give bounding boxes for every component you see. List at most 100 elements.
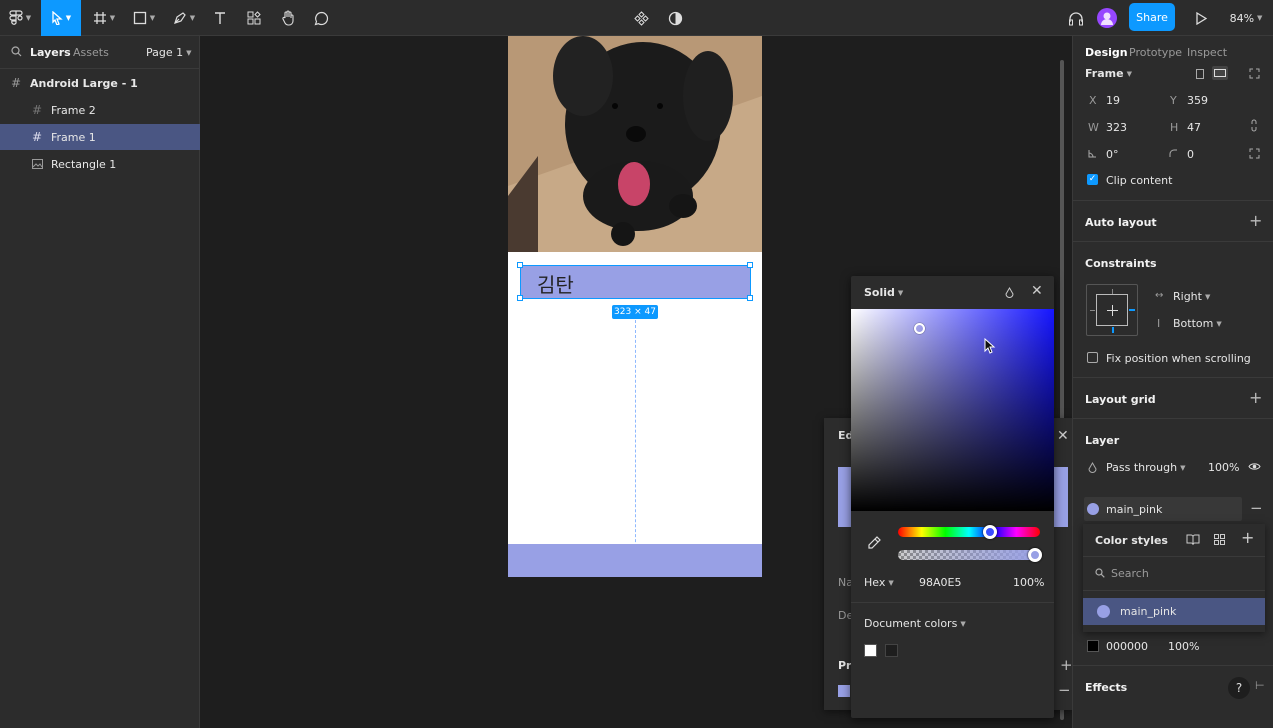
horizontal-constraint-dropdown[interactable]: Right ▼ bbox=[1173, 290, 1210, 303]
color-handle[interactable] bbox=[914, 323, 925, 334]
top-constraint-line[interactable] bbox=[1112, 289, 1113, 294]
pen-tool-button[interactable]: ▼ bbox=[168, 0, 200, 36]
independent-corners-icon[interactable] bbox=[1249, 148, 1260, 159]
layer-item-rectangle-1[interactable]: Rectangle 1 bbox=[0, 151, 200, 177]
present-button[interactable] bbox=[1190, 0, 1212, 36]
blend-mode-dropdown[interactable]: Pass through ▼ bbox=[1106, 461, 1185, 474]
move-tool-button[interactable]: ▼ bbox=[41, 0, 81, 36]
document-color-swatch-white[interactable] bbox=[864, 644, 877, 657]
mask-button[interactable] bbox=[664, 0, 686, 36]
resize-handle-tl[interactable] bbox=[517, 262, 523, 268]
tab-design[interactable]: Design bbox=[1085, 46, 1128, 59]
eyedropper-icon[interactable] bbox=[868, 536, 881, 549]
resize-handle-bl[interactable] bbox=[517, 295, 523, 301]
blend-drop-icon[interactable] bbox=[1005, 287, 1014, 299]
detach-style-icon[interactable]: − bbox=[1250, 499, 1263, 517]
create-style-icon[interactable]: + bbox=[1241, 528, 1254, 547]
component-button[interactable] bbox=[630, 0, 652, 36]
left-constraint-line[interactable] bbox=[1090, 310, 1095, 311]
stroke-opacity-input[interactable]: 100% bbox=[1168, 640, 1199, 653]
resources-button[interactable] bbox=[242, 0, 266, 36]
chevron-down-icon: ▼ bbox=[65, 14, 72, 22]
resize-to-fit-icon[interactable] bbox=[1249, 68, 1260, 79]
effects-add-icon[interactable]: ⊢ bbox=[1255, 679, 1265, 692]
color-styles-search-input[interactable]: Search bbox=[1111, 567, 1149, 580]
search-icon[interactable] bbox=[11, 46, 22, 57]
text-tool-button[interactable] bbox=[208, 0, 232, 36]
dog-photo-image[interactable] bbox=[508, 36, 762, 252]
shape-tool-button[interactable]: ▼ bbox=[128, 0, 160, 36]
comment-tool-button[interactable] bbox=[309, 0, 333, 36]
resize-handle-tr[interactable] bbox=[747, 262, 753, 268]
share-button[interactable]: Share bbox=[1129, 3, 1175, 31]
frame-icon bbox=[93, 12, 106, 24]
layer-opacity-input[interactable]: 100% bbox=[1208, 461, 1239, 474]
horizontal-constraint-value: Right bbox=[1173, 290, 1202, 303]
fix-position-checkbox[interactable] bbox=[1087, 352, 1098, 363]
corner-radius-input[interactable]: 0 bbox=[1187, 148, 1194, 161]
main-menu-button[interactable]: ▼ bbox=[6, 0, 34, 36]
alpha-slider-handle[interactable] bbox=[1028, 548, 1042, 562]
page-selector[interactable]: Page 1 ▼ bbox=[146, 46, 192, 59]
audio-button[interactable] bbox=[1064, 0, 1088, 36]
layer-item-frame-1[interactable]: # Frame 1 bbox=[0, 124, 200, 150]
saturation-brightness-area[interactable] bbox=[851, 309, 1054, 511]
vertical-constraint-dropdown[interactable]: Bottom ▼ bbox=[1173, 317, 1222, 330]
stroke-hex-input[interactable]: 000000 bbox=[1106, 640, 1148, 653]
frame-tool-button[interactable]: ▼ bbox=[88, 0, 120, 36]
resize-handle-br[interactable] bbox=[747, 295, 753, 301]
frame-text[interactable]: 김탄 bbox=[537, 269, 574, 298]
add-layout-grid-icon[interactable]: + bbox=[1249, 388, 1262, 407]
eye-icon[interactable] bbox=[1248, 462, 1261, 471]
divider bbox=[1083, 590, 1265, 591]
pen-icon bbox=[173, 12, 186, 24]
hue-slider[interactable] bbox=[898, 527, 1040, 537]
frame-icon: # bbox=[32, 130, 43, 144]
clip-content-checkbox[interactable]: ✓ bbox=[1087, 174, 1098, 185]
constraints-widget[interactable] bbox=[1086, 284, 1138, 336]
user-avatar[interactable] bbox=[1095, 0, 1119, 36]
close-icon[interactable]: ✕ bbox=[1031, 283, 1043, 299]
frame-type-dropdown[interactable]: Frame ▼ bbox=[1085, 67, 1132, 80]
bottom-constraint-line[interactable] bbox=[1112, 327, 1114, 333]
x-input[interactable]: 19 bbox=[1106, 94, 1120, 107]
h-label: H bbox=[1170, 121, 1179, 134]
zoom-dropdown[interactable]: 84% ▼ bbox=[1226, 0, 1266, 36]
help-button[interactable]: ? bbox=[1228, 677, 1250, 699]
document-colors-dropdown[interactable]: Document colors ▼ bbox=[864, 617, 966, 630]
add-property-icon[interactable]: + bbox=[1060, 656, 1073, 674]
w-input[interactable]: 323 bbox=[1106, 121, 1127, 134]
hand-tool-button[interactable] bbox=[276, 0, 300, 36]
portrait-icon[interactable] bbox=[1196, 69, 1204, 79]
color-style-item-main-pink[interactable]: main_pink bbox=[1083, 598, 1265, 625]
grid-view-icon[interactable] bbox=[1214, 534, 1225, 545]
alpha-slider[interactable] bbox=[898, 550, 1040, 560]
tab-layers[interactable]: Layers bbox=[30, 46, 71, 59]
cursor-icon bbox=[52, 11, 63, 25]
fill-type-dropdown[interactable]: Solid ▼ bbox=[864, 286, 903, 299]
color-format-dropdown[interactable]: Hex ▼ bbox=[864, 576, 894, 589]
tab-inspect[interactable]: Inspect bbox=[1187, 46, 1227, 59]
layer-item-android-large[interactable]: # Android Large - 1 bbox=[0, 70, 200, 96]
alpha-input[interactable]: 100% bbox=[1013, 576, 1044, 589]
selected-frame-1[interactable]: 김탄 bbox=[520, 265, 751, 299]
fill-swatch[interactable] bbox=[838, 685, 850, 697]
frame-2-bar[interactable] bbox=[508, 544, 762, 577]
tab-prototype[interactable]: Prototype bbox=[1129, 46, 1182, 59]
hue-slider-handle[interactable] bbox=[983, 525, 997, 539]
y-input[interactable]: 359 bbox=[1187, 94, 1208, 107]
remove-fill-icon[interactable]: − bbox=[1058, 681, 1071, 699]
h-input[interactable]: 47 bbox=[1187, 121, 1201, 134]
right-constraint-line[interactable] bbox=[1129, 309, 1135, 311]
rotation-input[interactable]: 0° bbox=[1106, 148, 1119, 161]
layer-item-frame-2[interactable]: # Frame 2 bbox=[0, 97, 200, 123]
constrain-proportions-icon[interactable] bbox=[1251, 119, 1257, 132]
stroke-swatch[interactable] bbox=[1087, 640, 1099, 652]
close-icon[interactable]: ✕ bbox=[1057, 428, 1069, 444]
document-color-swatch-dark[interactable] bbox=[885, 644, 898, 657]
landscape-toggle[interactable] bbox=[1212, 66, 1228, 80]
add-auto-layout-icon[interactable]: + bbox=[1249, 211, 1262, 230]
library-book-icon[interactable] bbox=[1186, 534, 1200, 545]
hex-input[interactable]: 98A0E5 bbox=[919, 576, 961, 589]
tab-assets[interactable]: Assets bbox=[73, 46, 109, 59]
